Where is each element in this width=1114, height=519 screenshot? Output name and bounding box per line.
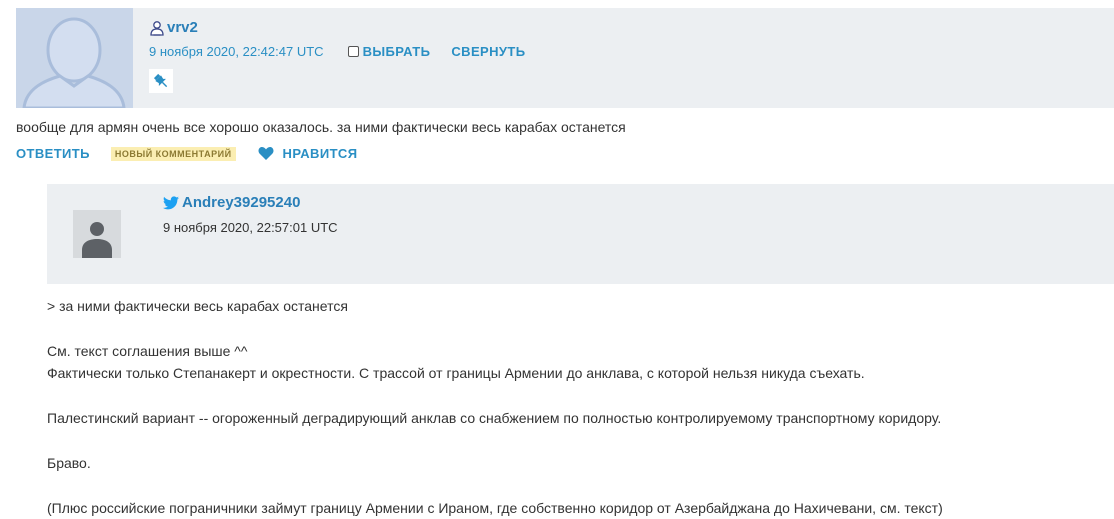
meta-line: 9 ноября 2020, 22:42:47 UTC ВЫБРАТЬ СВЕР… (149, 44, 525, 59)
select-control[interactable]: ВЫБРАТЬ (347, 44, 431, 59)
username[interactable]: vrv2 (167, 19, 198, 36)
user-link[interactable]: Andrey39295240 (163, 194, 300, 211)
new-comment-badge: НОВЫЙ КОММЕНТАРИЙ (110, 146, 236, 161)
text-line: Браво. (47, 455, 91, 471)
comment-header: vrv2 9 ноября 2020, 22:42:47 UTC ВЫБРАТЬ… (16, 8, 1114, 108)
reply-comment-text: > за ними фактически весь карабах остане… (47, 295, 1114, 519)
text-line: (Плюс российские пограничники займут гра… (47, 500, 943, 516)
text-line: Палестинский вариант -- огороженный дегр… (47, 410, 942, 426)
timestamp-link[interactable]: 9 ноября 2020, 22:42:47 UTC (149, 44, 324, 59)
quote-line: > за ними фактически весь карабах остане… (47, 298, 348, 314)
default-userpic-icon (73, 210, 121, 258)
collapse-button[interactable]: СВЕРНУТЬ (451, 44, 525, 59)
username[interactable]: Andrey39295240 (182, 194, 300, 211)
text-line: Фактически только Степанакерт и окрестно… (47, 365, 865, 381)
twitter-bird-icon (163, 195, 179, 209)
comment-actions: ОТВЕТИТЬ НОВЫЙ КОММЕНТАРИЙ НРАВИТСЯ (16, 146, 357, 161)
heart-icon (258, 146, 274, 160)
text-line: См. текст соглашения выше ^^ (47, 343, 248, 359)
reply-comment-header: Andrey39295240 9 ноября 2020, 22:57:01 U… (47, 184, 1114, 284)
select-button[interactable]: ВЫБРАТЬ (363, 44, 431, 59)
user-link[interactable]: vrv2 (149, 19, 198, 36)
like-label[interactable]: НРАВИТСЯ (283, 146, 358, 161)
pin-button[interactable] (149, 69, 173, 93)
reply-button[interactable]: ОТВЕТИТЬ (16, 146, 90, 161)
avatar[interactable] (16, 8, 133, 108)
default-userpic-icon (16, 8, 133, 108)
lj-user-icon (150, 20, 164, 36)
pin-icon (153, 73, 168, 88)
timestamp[interactable]: 9 ноября 2020, 22:57:01 UTC (163, 220, 338, 235)
select-checkbox[interactable] (347, 46, 359, 57)
comment-meta: vrv2 9 ноября 2020, 22:42:47 UTC ВЫБРАТЬ… (133, 8, 1114, 108)
avatar[interactable] (73, 210, 121, 258)
comment-text: вообще для армян очень все хорошо оказал… (16, 119, 626, 135)
like-button[interactable]: НРАВИТСЯ (258, 146, 358, 161)
